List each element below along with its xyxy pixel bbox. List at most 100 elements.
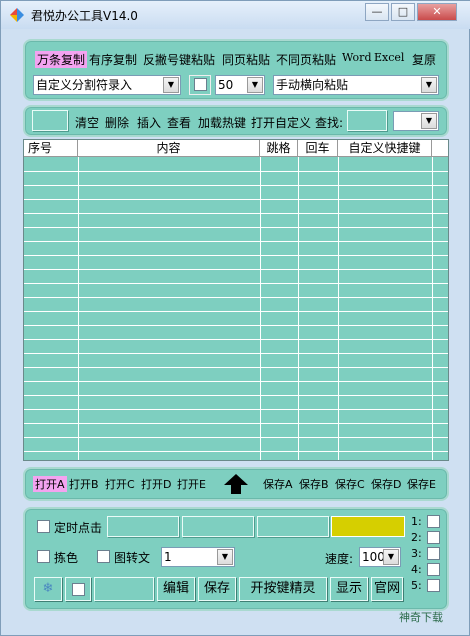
insert-button[interactable]: 插入 — [137, 114, 161, 131]
open-custom-button[interactable]: 打开自定义 — [251, 114, 311, 131]
data-table[interactable]: 序号 内容 跳格 回车 自定义快捷键 — [23, 139, 449, 461]
slot-2-checkbox[interactable] — [427, 531, 440, 544]
title-bar: 君悦办公工具V14.0 — □ ✕ — [1, 1, 470, 29]
table-row[interactable] — [24, 339, 448, 340]
toggle-box[interactable] — [189, 75, 211, 95]
chevron-down-icon: ▼ — [163, 77, 179, 93]
slot-3-checkbox[interactable] — [427, 547, 440, 560]
count-select[interactable]: 50 ▼ — [215, 75, 265, 95]
image-to-text-label: 图转文 — [114, 551, 151, 565]
table-row[interactable] — [24, 269, 448, 270]
hotkey-field[interactable] — [94, 577, 154, 601]
table-row[interactable] — [24, 367, 448, 368]
table-row[interactable] — [24, 171, 448, 172]
slot-5-checkbox[interactable] — [427, 579, 440, 592]
clear-button[interactable]: 清空 — [75, 114, 99, 131]
minimize-button[interactable]: — — [365, 3, 389, 21]
slot-2: 2: — [411, 531, 422, 544]
find-select[interactable]: ▼ — [393, 111, 439, 131]
table-row[interactable] — [24, 255, 448, 256]
table-row[interactable] — [24, 325, 448, 326]
edit-button[interactable]: 编辑 — [157, 577, 195, 601]
pick-color-checkbox[interactable] — [37, 550, 50, 563]
speed-select[interactable]: 100 ▼ — [359, 547, 401, 567]
status-box — [32, 110, 68, 131]
table-row[interactable] — [24, 437, 448, 438]
open-d-button[interactable]: 打开D — [141, 476, 171, 492]
timer-field-3[interactable] — [257, 516, 329, 537]
column-divider — [260, 157, 261, 460]
delimiter-select[interactable]: 自定义分割符录入 ▼ — [33, 75, 181, 95]
pick-color-label: 拣色 — [54, 551, 79, 565]
restore-button[interactable]: 复原 — [412, 51, 436, 68]
slot-1-checkbox[interactable] — [427, 515, 440, 528]
count-select-value: 50 — [218, 78, 234, 92]
find-input[interactable] — [347, 110, 387, 131]
timer-field-1[interactable] — [107, 516, 179, 537]
image-to-text-checkbox[interactable] — [97, 550, 110, 563]
open-c-button[interactable]: 打开C — [105, 476, 135, 492]
column-divider — [298, 157, 299, 460]
table-row[interactable] — [24, 381, 448, 382]
small-toggle-box[interactable] — [65, 577, 91, 601]
mode-ordered-copy[interactable]: 有序复制 — [89, 51, 137, 68]
table-row[interactable] — [24, 353, 448, 354]
watermark-text: 神奇下载 — [399, 611, 443, 624]
color-preview — [331, 516, 405, 537]
table-row[interactable] — [24, 283, 448, 284]
table-row[interactable] — [24, 451, 448, 452]
table-row[interactable] — [24, 227, 448, 228]
save-d-button[interactable]: 保存D — [371, 476, 401, 492]
save-e-button[interactable]: 保存E — [407, 476, 436, 492]
load-hotkey-button[interactable]: 加载热键 — [198, 114, 246, 131]
key-wizard-button[interactable]: 开按键精灵 — [239, 577, 327, 601]
chevron-down-icon: ▼ — [217, 549, 233, 565]
mode-bulk-copy[interactable]: 万条复制 — [35, 51, 88, 68]
timer-checkbox[interactable] — [37, 520, 50, 533]
mode-diff-page-paste[interactable]: 不同页粘贴 — [276, 51, 336, 68]
open-a-button[interactable]: 打开A — [33, 476, 67, 492]
timer-field-2[interactable] — [182, 516, 254, 537]
column-header-index[interactable]: 序号 — [24, 140, 78, 157]
table-row[interactable] — [24, 409, 448, 410]
mode-backtick-paste[interactable]: 反撇号键粘贴 — [143, 51, 215, 68]
save-button[interactable]: 保存 — [198, 577, 236, 601]
mode-select[interactable]: 1 ▼ — [161, 547, 235, 567]
paste-mode-select[interactable]: 手动横向粘贴 ▼ — [273, 75, 439, 95]
snowflake-button[interactable]: ❄ — [34, 577, 62, 601]
column-header-content[interactable]: 内容 — [78, 140, 260, 157]
table-row[interactable] — [24, 297, 448, 298]
table-row[interactable] — [24, 311, 448, 312]
column-header-tab[interactable]: 跳格 — [260, 140, 298, 157]
slot-3-label: 3: — [411, 547, 422, 560]
delete-button[interactable]: 删除 — [105, 114, 129, 131]
column-header-shortcut[interactable]: 自定义快捷键 — [338, 140, 432, 157]
table-row[interactable] — [24, 395, 448, 396]
table-row[interactable] — [24, 213, 448, 214]
save-a-button[interactable]: 保存A — [263, 476, 293, 492]
slot-4: 4: — [411, 563, 422, 576]
maximize-button[interactable]: □ — [391, 3, 415, 21]
open-b-button[interactable]: 打开B — [69, 476, 99, 492]
column-header-enter[interactable]: 回车 — [298, 140, 338, 157]
website-button[interactable]: 官网 — [371, 577, 403, 601]
open-e-button[interactable]: 打开E — [177, 476, 206, 492]
table-row[interactable] — [24, 185, 448, 186]
app-window: 君悦办公工具V14.0 — □ ✕ 万条复制 有序复制 反撇号键粘贴 同页粘贴 … — [0, 0, 470, 636]
table-row[interactable] — [24, 423, 448, 424]
show-button[interactable]: 显示 — [330, 577, 368, 601]
mode-word[interactable]: Word — [342, 51, 371, 64]
mode-excel[interactable]: Excel — [374, 51, 404, 64]
table-row[interactable] — [24, 241, 448, 242]
toggle-checkbox[interactable] — [194, 78, 207, 91]
view-button[interactable]: 查看 — [167, 114, 191, 131]
close-button[interactable]: ✕ — [417, 3, 457, 21]
slot-4-checkbox[interactable] — [427, 563, 440, 576]
table-row[interactable] — [24, 199, 448, 200]
save-c-button[interactable]: 保存C — [335, 476, 365, 492]
small-toggle-checkbox[interactable] — [72, 583, 85, 596]
column-divider — [432, 157, 433, 460]
save-b-button[interactable]: 保存B — [299, 476, 329, 492]
arrow-up-icon[interactable] — [223, 473, 249, 495]
mode-same-page-paste[interactable]: 同页粘贴 — [222, 51, 270, 68]
